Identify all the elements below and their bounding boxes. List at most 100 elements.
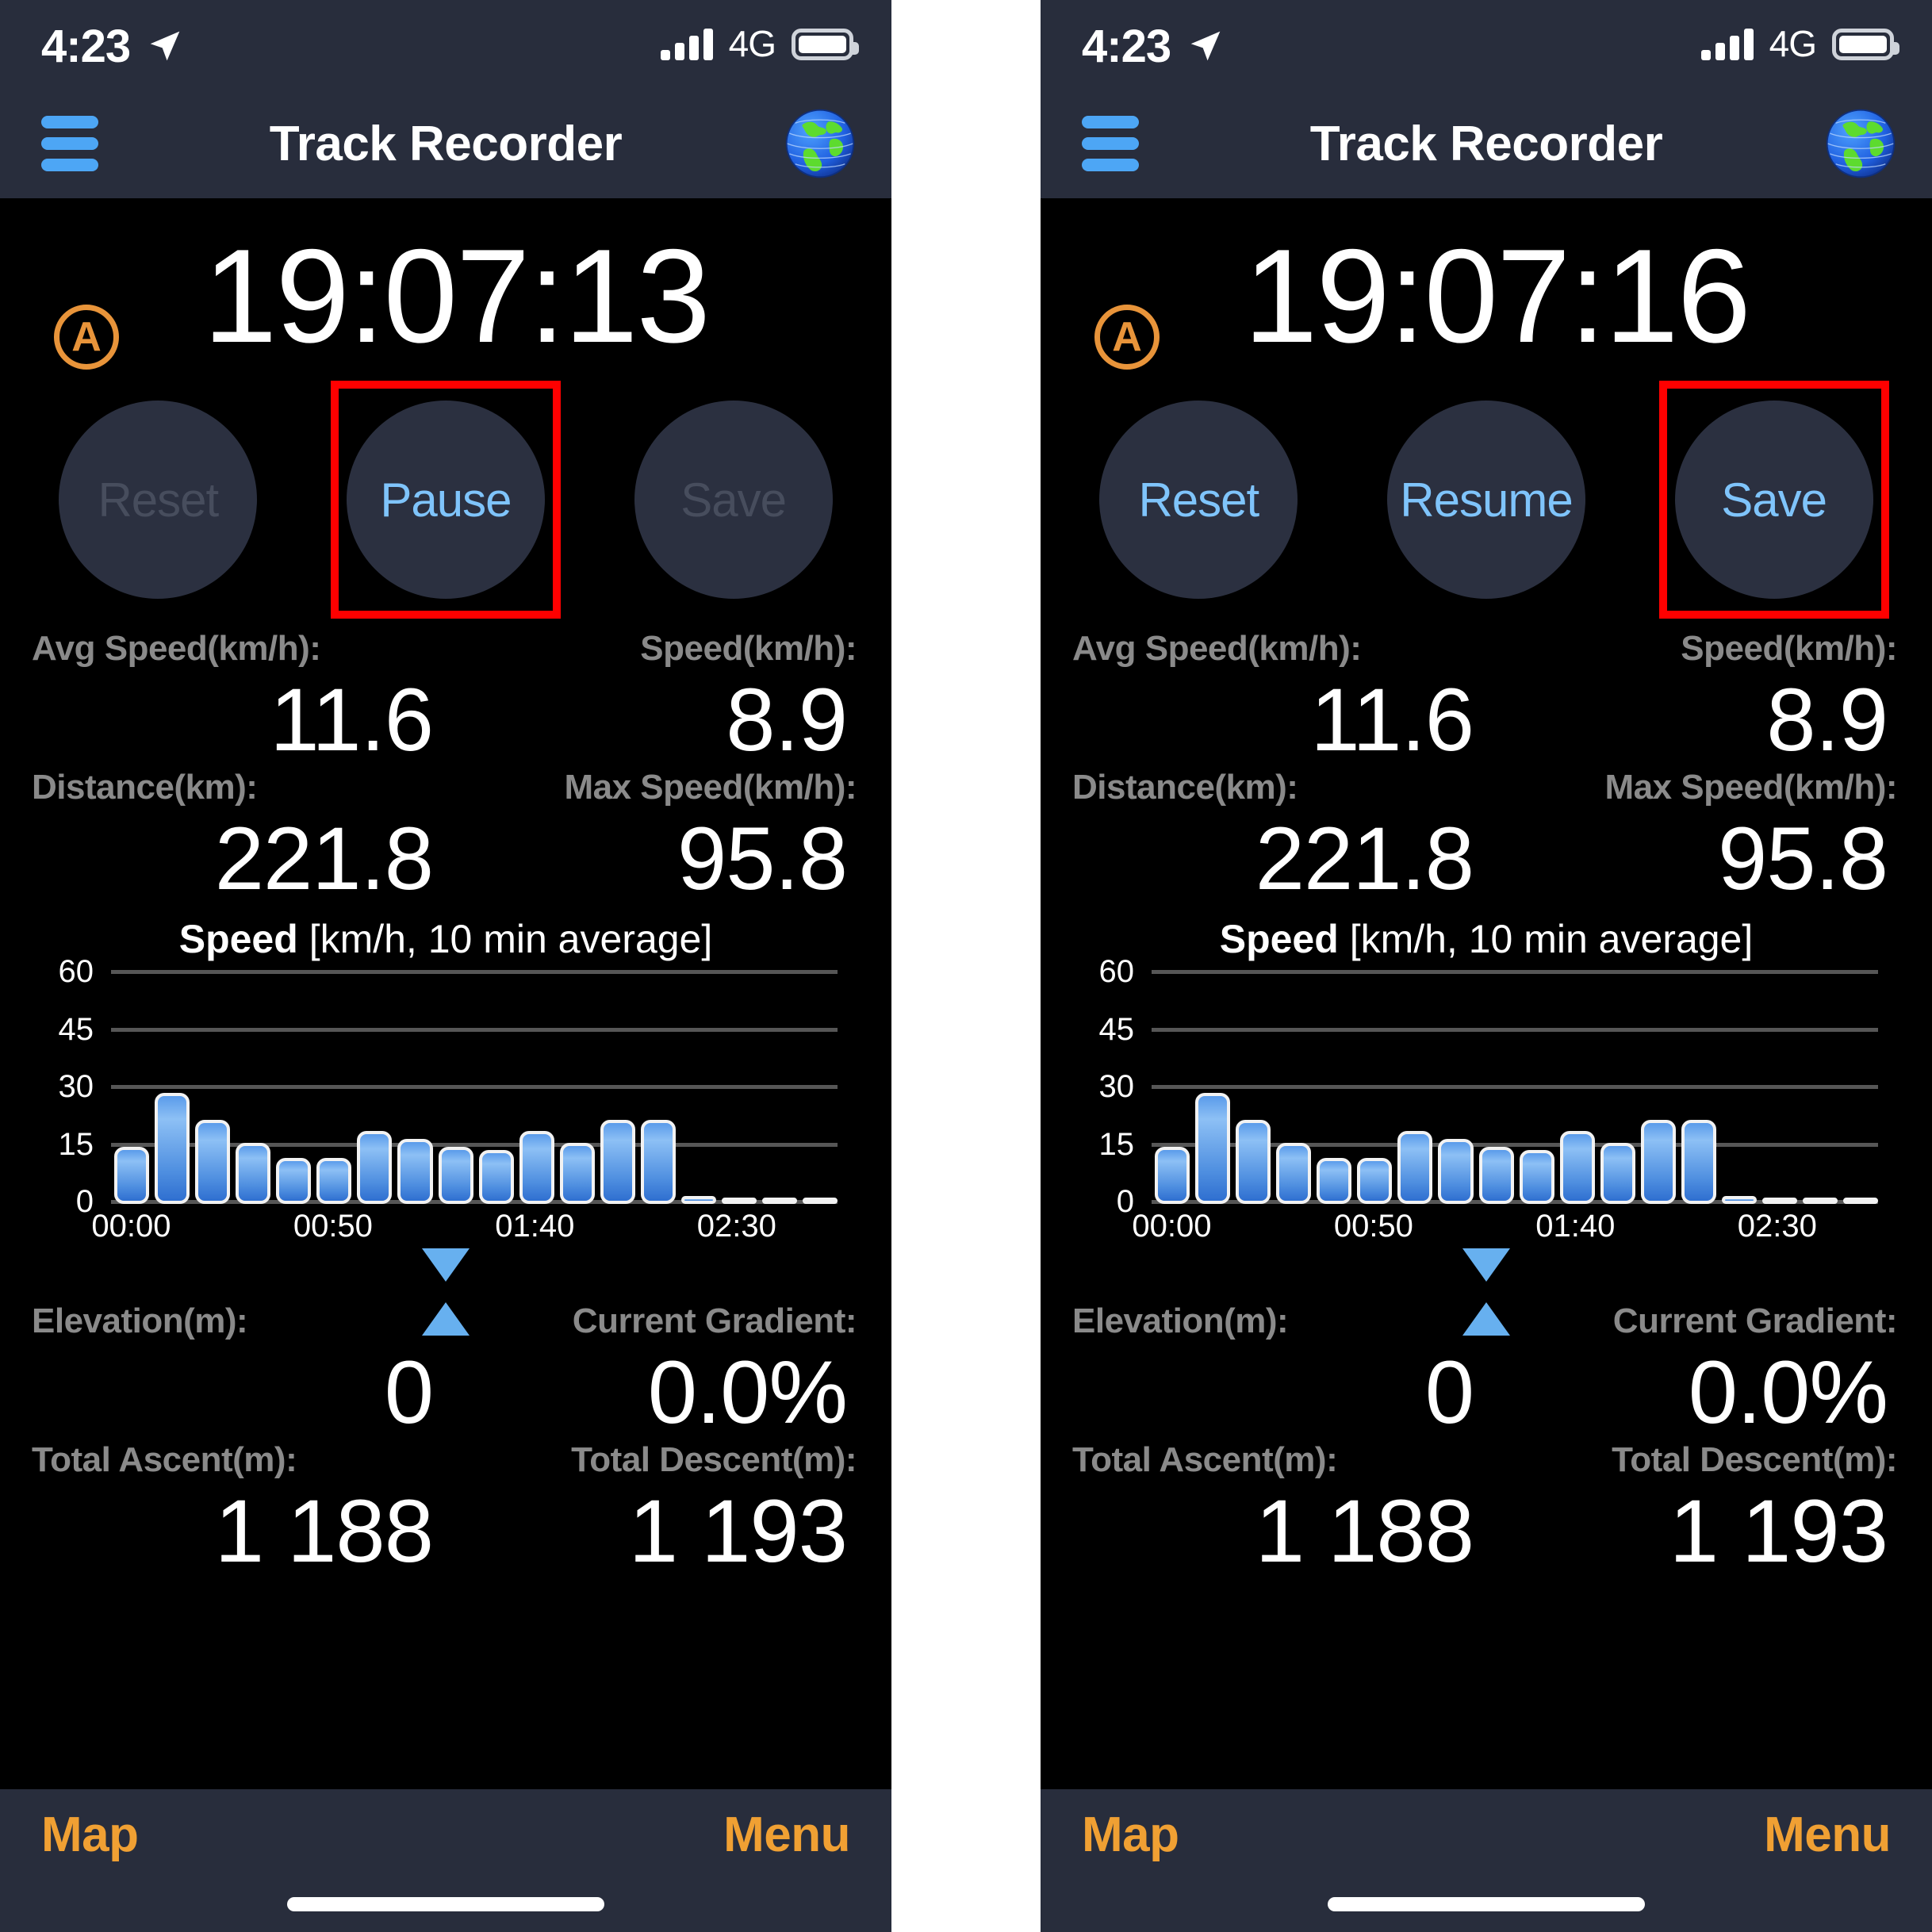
battery-full-icon <box>1832 29 1899 60</box>
chart-y-tick-label: 60 <box>58 954 94 990</box>
chart-title: Speed [km/h, 10 min average] <box>1064 918 1908 961</box>
stats-row: Distance(km): 221.8 Max Speed(km/h): 95.… <box>1072 767 1900 912</box>
stat-label: Current Gradient: <box>572 1301 857 1341</box>
globe-icon[interactable] <box>1824 107 1897 180</box>
elevation-markers-1 <box>0 1248 891 1336</box>
nav-bar-1: Track Recorder <box>0 89 891 198</box>
chart-y-tick-label: 15 <box>1098 1126 1135 1162</box>
stat-value: 95.8 <box>677 808 848 908</box>
resume-button-wrap: Resume <box>1371 381 1601 619</box>
stat-label: Total Ascent(m): <box>1072 1439 1338 1479</box>
chart-y-tick-label: 60 <box>1098 954 1135 990</box>
chart-bar <box>600 1119 635 1205</box>
chart-bar <box>1357 1158 1393 1205</box>
stat-label: Speed(km/h): <box>1681 629 1897 668</box>
stat-label: Total Descent(m): <box>571 1439 857 1479</box>
chart-bar <box>478 1150 514 1205</box>
chart-bar <box>640 1119 676 1205</box>
network-type-label: 4G <box>1769 23 1817 64</box>
stat-value: 221.8 <box>1255 808 1474 908</box>
chart-bar <box>1155 1146 1190 1205</box>
chart-bar <box>1397 1131 1433 1205</box>
status-time: 4:23 <box>1082 21 1171 72</box>
dual-screenshot-stage: 4:23 4G Track Recorder A 19:07:13 Reset … <box>0 0 1932 1932</box>
chart-bar <box>803 1198 838 1205</box>
hamburger-menu-icon[interactable] <box>41 107 98 180</box>
stat-total-descent: Total Descent(m): 1 193 <box>1486 1440 1900 1585</box>
main-screen-2: A 19:07:16 Reset Resume Save Avg Speed(k… <box>1041 198 1932 1789</box>
stat-value: 11.6 <box>270 670 434 770</box>
chart-bar <box>1195 1092 1231 1205</box>
stat-total-ascent: Total Ascent(m): 1 188 <box>1072 1439 1486 1585</box>
stat-max-speed: Max Speed(km/h): 95.8 <box>1486 767 1900 912</box>
chart-y-tick-label: 30 <box>1098 1069 1135 1105</box>
control-buttons-1: Reset Pause Save <box>0 381 891 619</box>
stat-value: 0 <box>384 1343 434 1443</box>
tab-map[interactable]: Map <box>1082 1807 1179 1863</box>
stat-label: Speed(km/h): <box>640 629 857 668</box>
elapsed-time: 19:07:16 <box>1244 221 1751 370</box>
chart-bar <box>680 1196 716 1205</box>
location-arrow-icon <box>150 31 180 61</box>
status-bar-2: 4:23 4G <box>1041 0 1932 89</box>
stat-label: Avg Speed(km/h): <box>32 629 321 668</box>
elevation-grid-2: Elevation(m): 0 Current Gradient: 0.0% T… <box>1041 1301 1932 1585</box>
reset-button-wrap: Reset <box>1083 381 1313 619</box>
tab-menu[interactable]: Menu <box>1764 1807 1891 1863</box>
stat-total-descent: Total Descent(m): 1 193 <box>446 1439 860 1585</box>
chart-title: Speed [km/h, 10 min average] <box>24 918 868 961</box>
tab-menu[interactable]: Menu <box>723 1807 850 1863</box>
hamburger-menu-icon[interactable] <box>1082 107 1139 180</box>
stat-max-speed: Max Speed(km/h): 95.8 <box>446 768 860 912</box>
save-button[interactable]: Save <box>634 401 833 599</box>
stat-label: Avg Speed(km/h): <box>1072 629 1362 668</box>
stat-current-gradient: Current Gradient: 0.0% <box>446 1301 860 1446</box>
chart-bar <box>397 1138 433 1205</box>
main-screen-1: A 19:07:13 Reset Pause Save Avg Speed(km… <box>0 198 891 1789</box>
chart-bar <box>559 1142 595 1205</box>
globe-icon[interactable] <box>784 107 857 180</box>
save-button[interactable]: Save <box>1674 401 1873 599</box>
stat-value: 221.8 <box>214 808 434 908</box>
stats-grid-1: Avg Speed(km/h): 11.6 Speed(km/h): 8.9 D… <box>0 629 891 912</box>
chart-bar <box>762 1198 798 1205</box>
triangle-up-icon <box>1462 1302 1510 1336</box>
tab-map[interactable]: Map <box>41 1807 139 1863</box>
stat-label: Distance(km): <box>1072 767 1298 807</box>
chart-x-tick-label: 00:50 <box>1333 1209 1413 1244</box>
chart-bar <box>357 1131 393 1205</box>
stat-value: 8.9 <box>1766 670 1888 770</box>
chart-x-tick-label: 01:40 <box>495 1209 575 1244</box>
status-bar-1: 4:23 4G <box>0 0 891 89</box>
reset-button[interactable]: Reset <box>59 401 258 599</box>
panel-separator <box>891 0 1041 1932</box>
home-indicator <box>1328 1897 1645 1911</box>
stat-value: 11.6 <box>1310 670 1474 770</box>
chart-y-tick-label: 45 <box>58 1011 94 1047</box>
resume-button[interactable]: Resume <box>1386 401 1585 599</box>
chart-x-tick-label: 01:40 <box>1535 1209 1616 1244</box>
chart-bar <box>1317 1158 1352 1205</box>
chart-x-tick-label: 00:00 <box>1132 1209 1212 1244</box>
triangle-up-icon <box>422 1302 470 1336</box>
save-button-wrap: Save <box>619 381 849 619</box>
stat-label: Max Speed(km/h): <box>1604 767 1897 807</box>
chart-y-tick-label: 30 <box>58 1069 94 1105</box>
chart-title-main: Speed <box>1219 917 1339 962</box>
chart-title-main: Speed <box>178 917 298 962</box>
stats-row: Avg Speed(km/h): 11.6 Speed(km/h): 8.9 <box>1072 629 1900 773</box>
stat-value: 95.8 <box>1718 808 1888 908</box>
control-buttons-2: Reset Resume Save <box>1041 381 1932 619</box>
timer-row-2: A 19:07:16 <box>1041 198 1932 381</box>
timer-row-1: A 19:07:13 <box>0 198 891 381</box>
triangle-down-icon <box>1462 1248 1510 1282</box>
chart-bar <box>1600 1142 1635 1205</box>
chart-bar <box>1438 1138 1474 1205</box>
chart-bar <box>276 1158 312 1205</box>
stat-distance: Distance(km): 221.8 <box>32 768 446 912</box>
chart-bar <box>1478 1146 1514 1205</box>
reset-button[interactable]: Reset <box>1099 401 1298 599</box>
battery-full-icon <box>792 29 859 60</box>
chart-x-tick-label: 00:00 <box>91 1209 171 1244</box>
pause-button[interactable]: Pause <box>346 401 545 599</box>
